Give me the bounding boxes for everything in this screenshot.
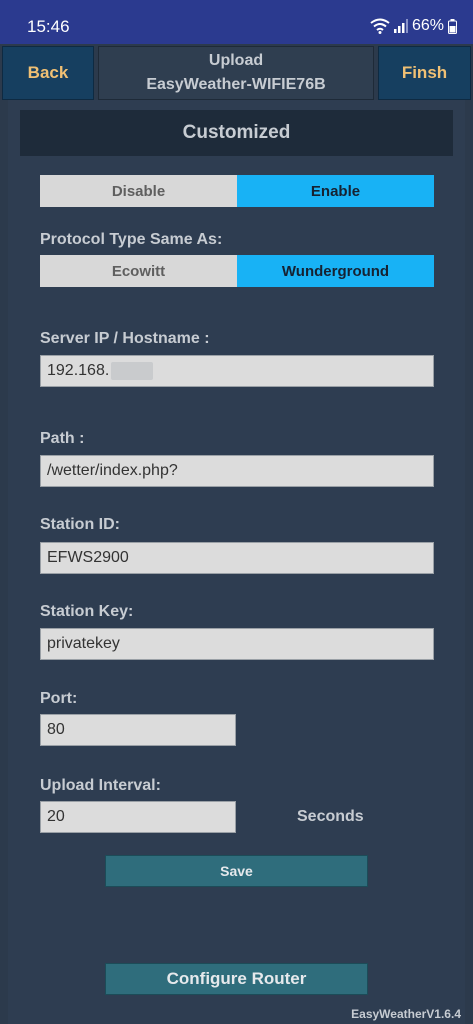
status-bar: 15:46 66% bbox=[0, 0, 473, 44]
enable-toggle: Disable Enable bbox=[40, 175, 434, 207]
section-header: Customized bbox=[20, 110, 453, 156]
interval-unit: Seconds bbox=[297, 808, 364, 825]
station-id-value: EFWS2900 bbox=[47, 549, 129, 566]
title-line-upload: Upload bbox=[208, 52, 264, 69]
enable-option[interactable]: Enable bbox=[237, 175, 434, 207]
disable-option[interactable]: Disable bbox=[40, 175, 237, 207]
app-version: EasyWeatherV1.6.4 bbox=[351, 1007, 461, 1021]
protocol-option-ecowitt[interactable]: Ecowitt bbox=[40, 255, 237, 287]
page-title: Upload EasyWeather-WIFIE76B bbox=[98, 46, 374, 100]
wifi-icon bbox=[370, 18, 390, 34]
server-value: 192.168. bbox=[47, 362, 110, 379]
interval-value: 20 bbox=[47, 808, 65, 825]
station-key-label: Station Key: bbox=[40, 603, 134, 620]
interval-input[interactable]: 20 bbox=[40, 801, 236, 833]
path-label: Path : bbox=[40, 430, 85, 447]
station-id-input[interactable]: EFWS2900 bbox=[40, 542, 434, 574]
path-input[interactable]: /wetter/index.php? bbox=[40, 455, 434, 487]
title-line-device: EasyWeather-WIFIE76B bbox=[146, 76, 326, 93]
save-button[interactable]: Save bbox=[105, 855, 368, 887]
finish-button[interactable]: Finsh bbox=[378, 46, 471, 100]
server-label: Server IP / Hostname : bbox=[40, 330, 210, 347]
status-icons: 66% bbox=[370, 17, 457, 35]
protocol-label: Protocol Type Same As: bbox=[40, 231, 223, 248]
port-value: 80 bbox=[47, 721, 65, 738]
station-id-label: Station ID: bbox=[40, 516, 120, 533]
status-time: 15:46 bbox=[27, 17, 70, 36]
station-key-value: privatekey bbox=[47, 635, 120, 652]
server-input[interactable]: 192.168. bbox=[40, 355, 434, 387]
battery-percent: 66% bbox=[411, 17, 444, 34]
configure-router-button[interactable]: Configure Router bbox=[105, 963, 368, 995]
battery-icon bbox=[448, 18, 457, 34]
port-label: Port: bbox=[40, 690, 78, 707]
protocol-option-wunderground[interactable]: Wunderground bbox=[237, 255, 434, 287]
station-key-input[interactable]: privatekey bbox=[40, 628, 434, 660]
back-button[interactable]: Back bbox=[2, 46, 94, 100]
top-navigation: Back Upload EasyWeather-WIFIE76B Finsh bbox=[0, 44, 473, 100]
path-value: /wetter/index.php? bbox=[47, 462, 178, 479]
signal-icon bbox=[393, 19, 408, 33]
interval-label: Upload Interval: bbox=[40, 777, 161, 794]
port-input[interactable]: 80 bbox=[40, 714, 236, 746]
redacted-blur bbox=[111, 362, 154, 380]
protocol-selector: Ecowitt Wunderground bbox=[40, 255, 434, 287]
